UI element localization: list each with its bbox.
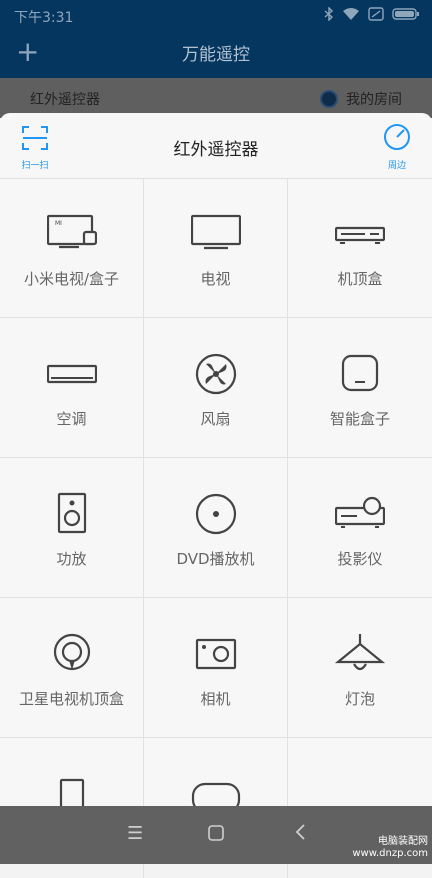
tv-box-icon: MI [47, 214, 97, 249]
my-room-label: 我的房间 [346, 92, 402, 108]
set-top-box-icon [335, 226, 385, 244]
device-label: 相机 [200, 690, 231, 708]
nearby-icon [384, 124, 410, 150]
device-item-fan[interactable]: 风扇 [144, 318, 288, 458]
device-label: 风扇 [200, 410, 231, 428]
lamp-icon [335, 634, 385, 671]
my-room-button[interactable]: 我的房间 [320, 89, 402, 109]
camera-icon [195, 638, 237, 670]
remote-type-label: 红外遥控器 [30, 92, 100, 108]
sheet-title: 红外遥控器 [173, 140, 259, 160]
status-bar: 下午3:31 [0, 0, 432, 32]
device-label: 卫星电视机顶盒 [18, 690, 124, 708]
watermark-line1: 电脑装配网 [378, 836, 428, 847]
device-label: 电视 [200, 270, 231, 288]
device-item-satellite[interactable]: 卫星电视机顶盒 [0, 598, 144, 738]
status-icons [324, 7, 420, 21]
device-label: 小米电视/盒子 [23, 270, 120, 288]
device-label: 机顶盒 [337, 270, 383, 288]
watermark-line2: www.dnzp.com [352, 848, 428, 859]
device-item-amplifier[interactable]: 功放 [0, 458, 144, 598]
nearby-button[interactable]: 周边 [382, 123, 412, 171]
dvd-icon [195, 493, 237, 535]
smart-box-icon [341, 354, 379, 392]
device-label: 智能盒子 [329, 410, 390, 428]
room-icon [320, 90, 338, 108]
device-label: 投影仪 [337, 550, 383, 568]
nearby-label: 周边 [387, 161, 406, 171]
device-item-lamp[interactable]: 灯泡 [288, 598, 432, 738]
device-item-smart-box[interactable]: 智能盒子 [288, 318, 432, 458]
device-label: 空调 [56, 410, 87, 428]
app-bar: + 万能遥控 [0, 32, 432, 78]
device-item-camera[interactable]: 相机 [144, 598, 288, 738]
device-item-tv[interactable]: 电视 [144, 178, 288, 318]
air-conditioner-icon [47, 364, 97, 384]
device-label: 功放 [56, 550, 87, 568]
svg-text:MI: MI [55, 220, 62, 227]
device-item-set-top-box[interactable]: 机顶盒 [288, 178, 432, 318]
app-title: 万能遥控 [182, 45, 250, 65]
wifi-icon [343, 8, 359, 20]
watermark: 电脑装配网 www.dnzp.com [352, 836, 428, 860]
tv-icon [191, 214, 241, 250]
satellite-icon [53, 633, 91, 671]
back-icon[interactable] [294, 823, 306, 846]
device-item-dvd[interactable]: DVD播放机 [144, 458, 288, 598]
signal-icon [368, 7, 384, 21]
menu-icon[interactable]: ☰ [127, 823, 143, 844]
remote-list-header: 红外遥控器 我的房间 [0, 78, 432, 118]
sheet-header: 扫一扫 红外遥控器 周边 [0, 113, 432, 179]
battery-icon [392, 8, 419, 20]
device-item-air-conditioner[interactable]: 空调 [0, 318, 144, 458]
device-item-mi-tv-box[interactable]: MI 小米电视/盒子 [0, 178, 144, 318]
projector-icon [335, 496, 385, 528]
bluetooth-icon [324, 7, 334, 21]
device-label: 灯泡 [344, 690, 375, 708]
ir-remote-sheet: 扫一扫 红外遥控器 周边 MI 小米电视/盒子 电视 机顶盒 空调 风扇 智能盒… [0, 113, 432, 878]
fan-icon [195, 353, 237, 395]
device-item-projector[interactable]: 投影仪 [288, 458, 432, 598]
amplifier-icon [57, 492, 87, 534]
status-time: 下午3:31 [14, 10, 74, 26]
device-label: DVD播放机 [176, 550, 255, 568]
home-icon[interactable] [208, 825, 224, 846]
